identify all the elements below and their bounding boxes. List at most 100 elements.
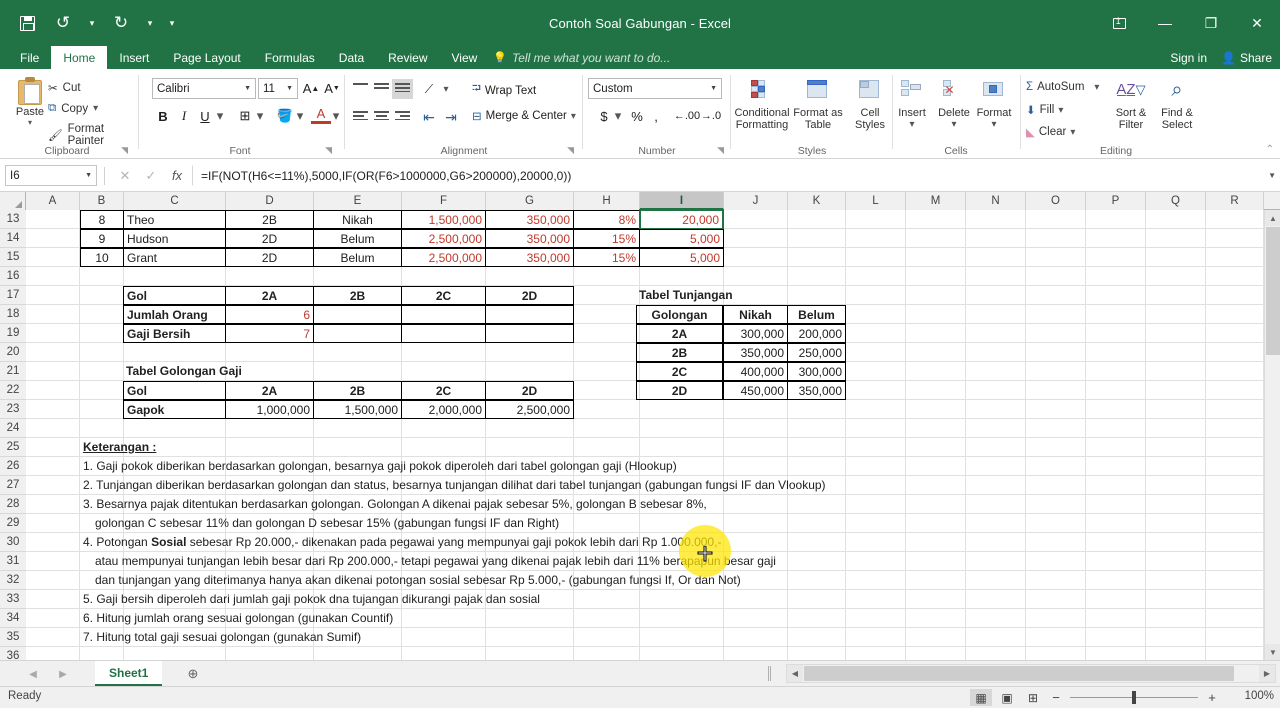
summary-cell[interactable] (313, 305, 402, 324)
decrease-indent-button[interactable]: ⇤ (418, 107, 440, 127)
keterangan-line-4[interactable]: 4. Potongan Sosial sebesar Rp 20.000,- d… (80, 533, 880, 552)
align-bottom-button[interactable] (392, 79, 413, 99)
underline-dropdown-icon[interactable]: ▾ (214, 105, 226, 127)
insert-function-icon[interactable]: fx (164, 165, 190, 187)
table-cell[interactable]: 2D (225, 229, 314, 248)
fill-color-button[interactable]: 🪣 (275, 105, 295, 127)
tab-file[interactable]: File (8, 46, 51, 69)
align-middle-button[interactable] (371, 79, 392, 99)
tunjangan-cell[interactable]: 400,000 (723, 362, 788, 381)
zoom-in-button[interactable]: + (1204, 690, 1220, 705)
autosum-button[interactable]: Σ AutoSum ▾ (1026, 81, 1099, 93)
table-cell[interactable]: Theo (123, 210, 226, 229)
tunjangan-cell[interactable]: 300,000 (723, 324, 788, 343)
row-header-20[interactable]: 20 (0, 343, 26, 362)
horizontal-scrollbar[interactable]: ◀ ▶ (786, 664, 1276, 683)
row-header-16[interactable]: 16 (0, 267, 26, 286)
clear-button[interactable]: ◣ Clear ▾ (1026, 125, 1075, 139)
underline-button[interactable]: U (195, 105, 215, 127)
keterangan-line-3[interactable]: 3. Besarnya pajak ditentukan berdasarkan… (80, 495, 860, 514)
fill-color-dropdown-icon[interactable]: ▾ (294, 105, 306, 127)
tunjangan-header-nikah[interactable]: Nikah (723, 305, 788, 324)
row-header-22[interactable]: 22 (0, 381, 26, 400)
add-sheet-icon[interactable]: ⊕ (183, 665, 203, 683)
summary-cell[interactable] (401, 324, 486, 343)
row-header-25[interactable]: 25 (0, 438, 26, 457)
normal-view-icon[interactable]: ▦ (970, 689, 992, 706)
gapok-row-label[interactable]: Gapok (123, 400, 226, 419)
table-cell[interactable]: 8 (80, 210, 124, 229)
row-header-24[interactable]: 24 (0, 419, 26, 438)
insert-cells-button[interactable]: Insert ▾ (890, 73, 934, 131)
tabel-tunjangan-title[interactable]: Tabel Tunjangan (636, 286, 816, 305)
paste-button[interactable]: Paste ▾ (8, 75, 52, 127)
collapse-ribbon-button[interactable]: ⌃ (1266, 144, 1274, 155)
scroll-right-icon[interactable]: ▶ (1259, 665, 1275, 682)
page-break-view-icon[interactable]: ⊞ (1022, 689, 1044, 706)
next-sheet-icon[interactable]: ▶ (52, 665, 74, 683)
enter-formula-icon[interactable]: ✓ (138, 165, 164, 187)
increase-indent-button[interactable]: ⇥ (440, 107, 462, 127)
tunjangan-header-belum[interactable]: Belum (787, 305, 846, 324)
page-layout-view-icon[interactable]: ▣ (996, 689, 1018, 706)
summary-cell[interactable] (485, 305, 574, 324)
close-icon[interactable]: ✕ (1234, 0, 1280, 46)
tab-insert[interactable]: Insert (107, 46, 161, 69)
row-header-34[interactable]: 34 (0, 609, 26, 628)
delete-cells-button[interactable]: ✕ Delete ▾ (932, 73, 976, 131)
conditional-formatting-button[interactable]: Conditional Formatting (734, 73, 790, 131)
tab-review[interactable]: Review (376, 46, 439, 69)
expand-formula-bar-icon[interactable]: ▼ (1268, 171, 1276, 180)
name-box[interactable]: I6 ▼ (5, 165, 97, 186)
copy-button[interactable]: ⧉ Copy ▾ (48, 102, 98, 115)
summary-cell[interactable]: 7 (225, 324, 314, 343)
summary-header-gol[interactable]: Gol (123, 286, 226, 305)
undo-icon[interactable]: ↺ (46, 6, 80, 40)
autosum-dropdown-icon[interactable]: ▾ (1094, 82, 1099, 93)
table-cell[interactable]: 350,000 (485, 248, 574, 267)
table-cell[interactable]: 5,000 (639, 248, 724, 267)
tunjangan-cell[interactable]: 300,000 (787, 362, 846, 381)
alignment-dialog-launcher[interactable]: ◥ (567, 145, 574, 156)
copy-dropdown-icon[interactable]: ▾ (93, 103, 98, 114)
font-size-combobox[interactable]: 11 ▼ (258, 78, 298, 99)
keterangan-line-1[interactable]: 1. Gaji pokok diberikan berdasarkan golo… (80, 457, 840, 476)
increase-font-size-button[interactable]: A ▲ (301, 78, 321, 99)
tabel-golongan-gaji-title[interactable]: Tabel Golongan Gaji (123, 362, 343, 381)
tunjangan-cell[interactable]: 2A (636, 324, 723, 343)
row-header-13[interactable]: 13 (0, 210, 26, 229)
ribbon-display-options-icon[interactable] (1096, 0, 1142, 46)
align-center-button[interactable] (371, 107, 392, 127)
row-header-18[interactable]: 18 (0, 305, 26, 324)
italic-button[interactable]: I (174, 105, 194, 127)
cut-button[interactable]: ✂ Cut (48, 81, 81, 95)
column-header-K[interactable]: K (788, 192, 846, 210)
summary-cell[interactable] (401, 305, 486, 324)
gapok-cell[interactable]: 2,500,000 (485, 400, 574, 419)
row-header-32[interactable]: 32 (0, 571, 26, 590)
clear-dropdown-icon[interactable]: ▾ (1070, 127, 1075, 138)
number-dialog-launcher[interactable]: ◥ (717, 145, 724, 156)
font-color-dropdown-icon[interactable]: ▾ (330, 105, 342, 127)
table-cell[interactable]: 9 (80, 229, 124, 248)
summary-row-label[interactable]: Jumlah Orang (123, 305, 226, 324)
summary-row-label[interactable]: Gaji Bersih (123, 324, 226, 343)
font-color-button[interactable]: A (311, 105, 331, 124)
column-header-L[interactable]: L (846, 192, 906, 210)
row-header-14[interactable]: 14 (0, 229, 26, 248)
column-header-M[interactable]: M (906, 192, 966, 210)
fill-dropdown-icon[interactable]: ▾ (1058, 105, 1063, 116)
tell-me-search[interactable]: 💡 Tell me what you want to do... (489, 46, 678, 69)
tab-data[interactable]: Data (327, 46, 376, 69)
borders-dropdown-icon[interactable]: ▾ (254, 105, 266, 127)
restore-icon[interactable]: ❐ (1188, 0, 1234, 46)
keterangan-line-4b[interactable]: atau mempunyai tunjangan lebih besar dar… (92, 552, 882, 571)
column-header-E[interactable]: E (314, 192, 402, 210)
fill-button[interactable]: ⬇ Fill ▾ (1026, 103, 1063, 117)
column-header-N[interactable]: N (966, 192, 1026, 210)
delete-dropdown-icon[interactable]: ▾ (932, 119, 976, 131)
column-header-D[interactable]: D (226, 192, 314, 210)
table-cell[interactable]: 2,500,000 (401, 248, 486, 267)
golongan-header-gol[interactable]: Gol (123, 381, 226, 400)
font-dialog-launcher[interactable]: ◥ (325, 145, 332, 156)
